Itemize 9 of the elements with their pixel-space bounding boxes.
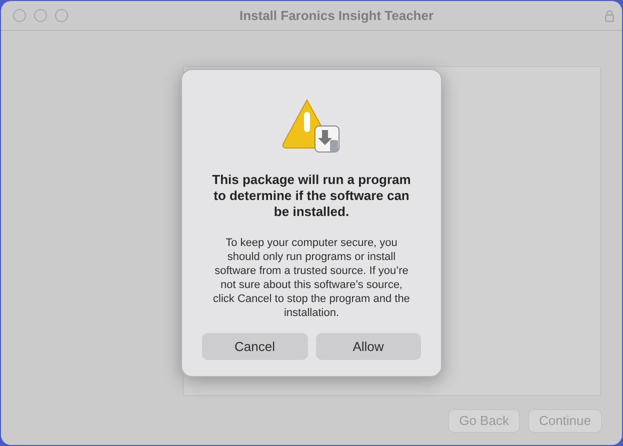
allow-button[interactable]: Allow	[316, 333, 421, 360]
cancel-button[interactable]: Cancel	[202, 333, 308, 360]
zoom-icon[interactable]	[55, 9, 68, 22]
dialog-message: To keep your computer secure, you should only run programs or install software from a trusted source. If you’re not sure about this software’s source, click Cancel to stop the program and the installation.	[212, 236, 411, 320]
dialog-heading: This package will run a program to determine if the software can be installed.	[211, 172, 412, 220]
lock-icon	[605, 10, 614, 22]
minimize-icon[interactable]	[34, 9, 47, 22]
close-icon[interactable]	[13, 9, 26, 22]
window-title: Install Faronics Insight Teacher	[239, 8, 434, 22]
